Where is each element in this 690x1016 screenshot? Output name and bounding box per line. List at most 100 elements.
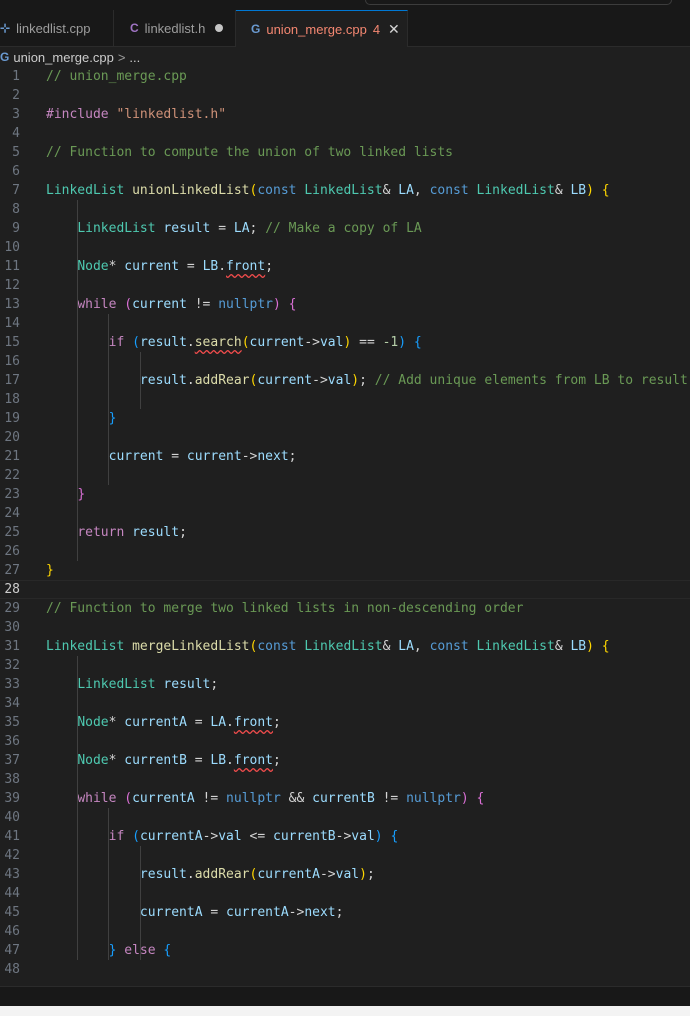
breadcrumb-symbols[interactable]: ... <box>129 50 140 65</box>
line-number: 10 <box>4 240 20 255</box>
code-line[interactable]: 20 <box>0 428 690 447</box>
code-text: } <box>77 487 86 502</box>
code-line[interactable]: 32 <box>0 656 690 675</box>
code-line[interactable]: 35 Node* currentA = LA.front; <box>0 713 690 732</box>
code-line[interactable]: 24 <box>0 504 690 523</box>
line-number: 43 <box>4 867 20 882</box>
code-line[interactable]: 27} <box>0 561 690 580</box>
code-line[interactable]: 22 <box>0 466 690 485</box>
cpp-file-icon: ⊹ <box>0 21 11 35</box>
code-line[interactable]: 33 LinkedList result; <box>0 675 690 694</box>
line-number: 17 <box>4 373 20 388</box>
code-line[interactable]: 18 <box>0 390 690 409</box>
code-line[interactable]: 46 <box>0 922 690 941</box>
code-line[interactable]: 21 current = current->next; <box>0 447 690 466</box>
code-text: if (currentA->val <= currentB->val) { <box>108 829 399 844</box>
line-number: 48 <box>4 962 20 977</box>
code-text: LinkedList result = LA; // Make a copy o… <box>77 221 422 236</box>
code-text: Node* currentB = LB.front; <box>77 753 281 768</box>
breadcrumb: G union_merge.cpp > ... <box>0 47 690 67</box>
close-icon[interactable]: ✕ <box>388 21 400 38</box>
code-line[interactable]: 30 <box>0 618 690 637</box>
chevron-right-icon: > <box>117 49 126 65</box>
code-line[interactable]: 17 result.addRear(current->val); // Add … <box>0 371 690 390</box>
breadcrumb-file[interactable]: union_merge.cpp <box>13 50 113 65</box>
line-number: 6 <box>12 164 20 179</box>
line-number: 20 <box>4 430 20 445</box>
line-number: 5 <box>12 145 20 160</box>
code-line[interactable]: 26 <box>0 542 690 561</box>
editor-tab-bar: ⊹ linkedlist.cpp C linkedlist.h G union_… <box>0 10 690 47</box>
code-line[interactable]: 48 <box>0 960 690 979</box>
unsaved-changes-dot-icon[interactable] <box>215 24 224 32</box>
command-center-edge[interactable] <box>365 0 672 5</box>
line-number: 36 <box>4 734 20 749</box>
line-number: 22 <box>4 468 20 483</box>
code-line[interactable]: 2 <box>0 86 690 105</box>
tab-linkedlist-cpp[interactable]: ⊹ linkedlist.cpp <box>0 10 114 46</box>
code-line[interactable]: 41 if (currentA->val <= currentB->val) { <box>0 827 690 846</box>
code-line[interactable]: 37 Node* currentB = LB.front; <box>0 751 690 770</box>
line-number: 39 <box>4 791 20 806</box>
line-number: 8 <box>12 202 20 217</box>
c-header-file-icon: C <box>130 21 139 35</box>
code-line[interactable]: 42 <box>0 846 690 865</box>
window-bottom-edge <box>0 1006 690 1016</box>
code-line[interactable]: 4 <box>0 124 690 143</box>
line-number: 44 <box>4 886 20 901</box>
code-line[interactable]: 9 LinkedList result = LA; // Make a copy… <box>0 219 690 238</box>
code-line[interactable]: 7 LinkedList unionLinkedList(const Linked… <box>0 181 690 200</box>
code-line[interactable]: 13 while (current != nullptr) { <box>0 295 690 314</box>
code-line[interactable]: 45 currentA = currentA->next; <box>0 903 690 922</box>
code-line[interactable]: 36 <box>0 732 690 751</box>
line-number: 12 <box>4 278 20 293</box>
line-number: 7 <box>12 183 20 198</box>
code-line[interactable]: 47 } else { <box>0 941 690 960</box>
code-line[interactable]: 11 Node* current = LB.front; <box>0 257 690 276</box>
code-line[interactable]: 1 // union_merge.cpp <box>0 67 690 86</box>
line-number: 28 <box>4 582 20 597</box>
indent-guide <box>140 846 141 960</box>
line-number: 11 <box>4 259 20 274</box>
code-line[interactable]: 16 <box>0 352 690 371</box>
line-number: 38 <box>4 772 20 787</box>
tab-linkedlist-h[interactable]: C linkedlist.h <box>114 10 236 46</box>
line-number: 34 <box>4 696 20 711</box>
code-line[interactable]: 5 // Function to compute the union of two… <box>0 143 690 162</box>
code-line[interactable]: 14 <box>0 314 690 333</box>
code-line[interactable]: 31 LinkedList mergeLinkedList(const Linke… <box>0 637 690 656</box>
code-line[interactable]: 23 } <box>0 485 690 504</box>
code-text: while (current != nullptr) { <box>77 297 297 312</box>
code-text: return result; <box>77 525 187 540</box>
line-number: 16 <box>4 354 20 369</box>
code-line[interactable]: 19 } <box>0 409 690 428</box>
code-line[interactable]: 10 <box>0 238 690 257</box>
line-number: 18 <box>4 392 20 407</box>
code-line[interactable]: 44 <box>0 884 690 903</box>
line-number: 41 <box>4 829 20 844</box>
cpp-file-icon: G <box>251 22 261 36</box>
code-line[interactable]: 40 <box>0 808 690 827</box>
code-line[interactable]: 6 <box>0 162 690 181</box>
horizontal-scrollbar-area[interactable] <box>0 986 690 1007</box>
code-line[interactable]: 3 #include "linkedlist.h" <box>0 105 690 124</box>
line-number: 30 <box>4 620 20 635</box>
code-line[interactable]: 38 <box>0 770 690 789</box>
code-line[interactable]: 29 // Function to merge two linked lists … <box>0 599 690 618</box>
tab-label: linkedlist.h <box>144 20 206 36</box>
title-bar-strip <box>0 0 690 10</box>
tab-union-merge-cpp[interactable]: G union_merge.cpp 4 ✕ <box>236 10 408 47</box>
code-line[interactable]: 39 while (currentA != nullptr && current… <box>0 789 690 808</box>
code-line[interactable]: 34 <box>0 694 690 713</box>
code-text: LinkedList result; <box>77 677 219 692</box>
code-line[interactable]: 12 <box>0 276 690 295</box>
code-line[interactable]: 25 return result; <box>0 523 690 542</box>
code-editor[interactable]: 1// union_merge.cpp 2 3 #include "linkedlis… <box>0 67 690 986</box>
code-line[interactable]: 8 <box>0 200 690 219</box>
code-line[interactable]: 15 if (result.search(current->val) == -1… <box>0 333 690 352</box>
line-number: 21 <box>4 449 20 464</box>
code-text: while (currentA != nullptr && currentB !… <box>77 791 485 806</box>
line-number: 24 <box>4 506 20 521</box>
code-line[interactable]: 43 result.addRear(currentA->val); <box>0 865 690 884</box>
code-line[interactable]: 28 <box>0 580 690 599</box>
